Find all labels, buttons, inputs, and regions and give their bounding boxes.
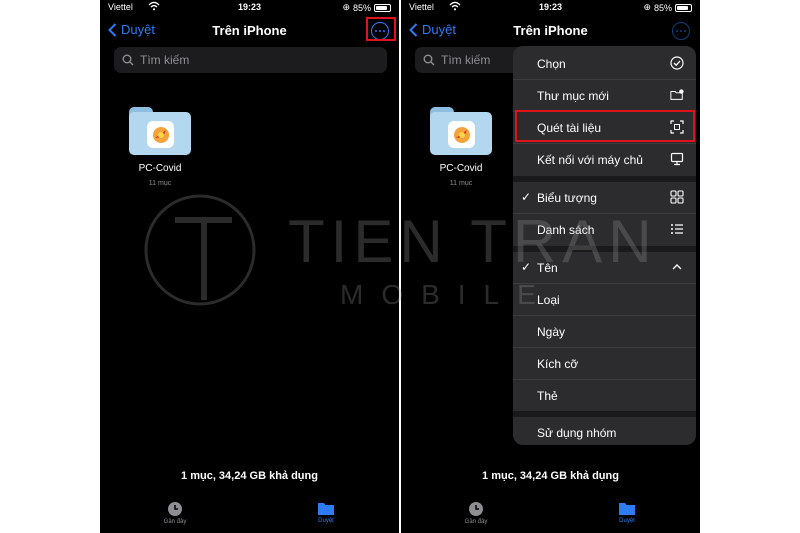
search-field[interactable]: Tìm kiếm	[114, 47, 387, 73]
menu-item-label: Ngày	[537, 325, 566, 339]
battery-icon	[675, 3, 692, 12]
grid-icon	[670, 190, 684, 204]
menu-item-label: Thẻ	[537, 389, 558, 403]
menu-item-label: Kích cỡ	[537, 357, 579, 371]
folder-tab-icon	[318, 503, 334, 515]
tab-recent-label: Gần đây	[464, 519, 488, 525]
folder-item-count: 11 mục	[148, 180, 172, 187]
page-title: Trên iPhone	[212, 23, 287, 38]
battery-icon	[374, 3, 391, 12]
menu-item-use-groups[interactable]: Sử dụng nhóm	[513, 417, 696, 445]
tab-bar: Gần đây Duyệt	[401, 497, 700, 533]
folder-tab-icon	[619, 503, 635, 515]
menu-item-label: Biểu tượng	[537, 191, 597, 205]
storage-info: 1 mục, 34,24 GB khả dụng	[482, 470, 619, 482]
list-icon	[671, 224, 683, 234]
status-bar: Viettel 19:23 ⊕ 85%	[401, 0, 700, 14]
menu-item-label: Chọn	[537, 57, 566, 71]
menu-item-icons-view[interactable]: ✓ Biểu tượng	[513, 182, 696, 212]
tab-browse[interactable]: Duyệt	[296, 501, 356, 524]
folder-item-count: 11 mục	[449, 180, 473, 187]
menu-item-label: Kết nối với máy chủ	[537, 153, 643, 167]
clock-icon	[469, 502, 483, 516]
folder-icon	[430, 107, 492, 155]
folder-name: PC-Covid	[138, 163, 182, 174]
menu-item-list-view[interactable]: Danh sách	[513, 214, 696, 244]
tab-bar: Gần đây Duyệt	[100, 497, 399, 533]
menu-item-label: Thư mục mới	[537, 89, 609, 103]
menu-item-sort-size[interactable]: Kích cỡ	[513, 348, 696, 378]
navigation-bar: Duyệt Trên iPhone	[401, 18, 700, 44]
folder-item[interactable]	[129, 107, 191, 155]
menu-item-sort-tags[interactable]: Thẻ	[513, 380, 696, 410]
navigation-bar: Duyệt Trên iPhone	[100, 18, 399, 44]
search-icon	[423, 54, 435, 66]
more-options-button[interactable]	[672, 22, 690, 40]
menu-item-sort-date[interactable]: Ngày	[513, 316, 696, 346]
tab-recent[interactable]: Gần đây	[446, 501, 506, 525]
folder-icon	[129, 107, 191, 155]
checkmark-icon: ✓	[521, 190, 532, 204]
orientation-lock-icon: ⊕	[342, 2, 350, 12]
new-folder-icon	[670, 89, 684, 100]
orientation-lock-icon: ⊕	[643, 2, 651, 12]
checkmark-circle-icon	[670, 56, 684, 70]
battery-percent: 85%	[653, 2, 672, 13]
phone-screen-left: Viettel 19:23 ⊕ 85% Duyệt Trên iPhone Tì…	[100, 0, 399, 533]
highlight-box-scan-documents	[515, 110, 695, 142]
battery-percent: 85%	[352, 2, 371, 13]
pc-covid-app-icon	[448, 121, 475, 148]
menu-item-connect-server[interactable]: Kết nối với máy chủ	[513, 144, 696, 174]
menu-item-label: Tên	[537, 261, 558, 275]
phone-screen-right: Viettel 19:23 ⊕ 85% Duyệt Trên iPhone Tì…	[401, 0, 700, 533]
checkmark-icon: ✓	[521, 260, 532, 274]
options-menu: Chọn Thư mục mới Quét tài liệu Kết nối v…	[513, 46, 696, 445]
menu-item-new-folder[interactable]: Thư mục mới	[513, 80, 696, 110]
status-bar: Viettel 19:23 ⊕ 85%	[100, 0, 399, 14]
pc-covid-app-icon	[147, 121, 174, 148]
search-icon	[122, 54, 134, 66]
menu-item-label: Loại	[537, 293, 560, 307]
tab-browse[interactable]: Duyệt	[597, 501, 657, 524]
clock-icon	[168, 502, 182, 516]
highlight-box-more-button	[366, 17, 396, 41]
page-title: Trên iPhone	[513, 23, 588, 38]
storage-info: 1 mục, 34,24 GB khả dụng	[181, 470, 318, 482]
tab-recent-label: Gần đây	[163, 519, 187, 525]
tab-recent[interactable]: Gần đây	[145, 501, 205, 525]
menu-item-sort-name[interactable]: ✓ Tên	[513, 252, 696, 282]
search-placeholder: Tìm kiếm	[140, 53, 190, 67]
folder-name: PC-Covid	[439, 163, 483, 174]
menu-item-label: Sử dụng nhóm	[537, 426, 617, 440]
menu-item-label: Danh sách	[537, 223, 595, 237]
monitor-icon	[670, 152, 684, 166]
menu-item-sort-kind[interactable]: Loại	[513, 284, 696, 314]
tab-browse-label: Duyệt	[619, 518, 635, 524]
search-placeholder: Tìm kiếm	[441, 53, 491, 67]
folder-item[interactable]	[430, 107, 492, 155]
chevron-up-icon	[672, 264, 682, 270]
tab-browse-label: Duyệt	[318, 518, 334, 524]
menu-item-select[interactable]: Chọn	[513, 48, 696, 78]
